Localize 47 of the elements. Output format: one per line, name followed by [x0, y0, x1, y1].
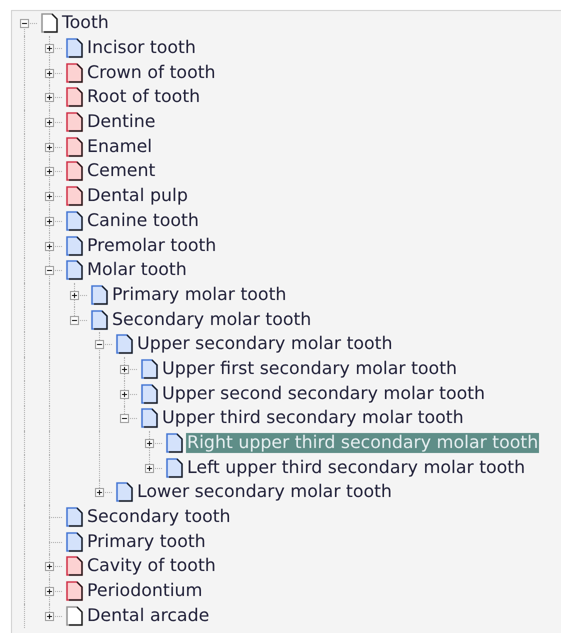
- tree-item[interactable]: Incisor tooth: [86, 38, 197, 58]
- tree-item[interactable]: Upper first secondary molar tooth: [161, 358, 458, 379]
- expand-icon[interactable]: [45, 242, 54, 251]
- tree-item[interactable]: Secondary molar tooth: [111, 310, 312, 330]
- tree-item[interactable]: Periodontium: [86, 581, 204, 602]
- collapse-icon[interactable]: [45, 266, 54, 276]
- tree-item[interactable]: Secondary tooth: [86, 507, 232, 528]
- collapse-icon[interactable]: [95, 340, 104, 350]
- expand-icon[interactable]: [45, 192, 54, 202]
- expand-icon[interactable]: [120, 364, 129, 374]
- tree-item[interactable]: Enamel: [86, 136, 154, 157]
- tree-item[interactable]: Tooth: [61, 13, 110, 34]
- tree-item[interactable]: Root of tooth: [86, 87, 202, 108]
- tree-item[interactable]: Primary tooth: [86, 532, 207, 552]
- expand-icon[interactable]: [70, 290, 79, 300]
- tree-item[interactable]: Upper second secondary molar tooth: [161, 384, 486, 404]
- expand-icon[interactable]: [45, 118, 54, 128]
- expand-icon[interactable]: [45, 612, 54, 621]
- expand-icon[interactable]: [145, 464, 154, 473]
- expand-icon[interactable]: [45, 68, 54, 78]
- expand-icon[interactable]: [95, 488, 104, 498]
- expand-icon[interactable]: [45, 142, 54, 152]
- expand-icon[interactable]: [45, 587, 54, 596]
- expand-icon[interactable]: [45, 93, 54, 102]
- tree-item[interactable]: Cavity of tooth: [86, 556, 217, 576]
- tree-item[interactable]: Crown of tooth: [86, 62, 217, 83]
- expand-icon[interactable]: [45, 216, 54, 226]
- collapse-icon[interactable]: [20, 19, 29, 28]
- tree-item[interactable]: Upper third secondary molar tooth: [161, 408, 465, 428]
- tree-item[interactable]: Premolar tooth: [86, 236, 218, 256]
- tree-item[interactable]: Left upper third secondary molar tooth: [186, 458, 526, 478]
- tree-item[interactable]: Dental arcade: [86, 606, 210, 626]
- expand-icon[interactable]: [45, 44, 54, 54]
- tree-item[interactable]: Upper secondary molar tooth: [136, 334, 394, 354]
- tree-item[interactable]: Molar tooth: [86, 260, 188, 280]
- tree-item[interactable]: Primary molar tooth: [111, 284, 288, 305]
- collapse-icon[interactable]: [120, 414, 129, 424]
- tree-item[interactable]: Lower secondary molar tooth: [136, 482, 393, 502]
- expand-icon[interactable]: [120, 390, 129, 399]
- tree-item[interactable]: Cement: [86, 161, 156, 182]
- expand-icon[interactable]: [145, 439, 154, 448]
- expand-icon[interactable]: [45, 167, 54, 176]
- tree-item[interactable]: Dentine: [86, 112, 156, 132]
- collapse-icon[interactable]: [70, 316, 79, 325]
- tree-item[interactable]: Canine tooth: [86, 210, 200, 231]
- expand-icon[interactable]: [45, 562, 54, 572]
- tree-item[interactable]: Dental pulp: [86, 186, 189, 206]
